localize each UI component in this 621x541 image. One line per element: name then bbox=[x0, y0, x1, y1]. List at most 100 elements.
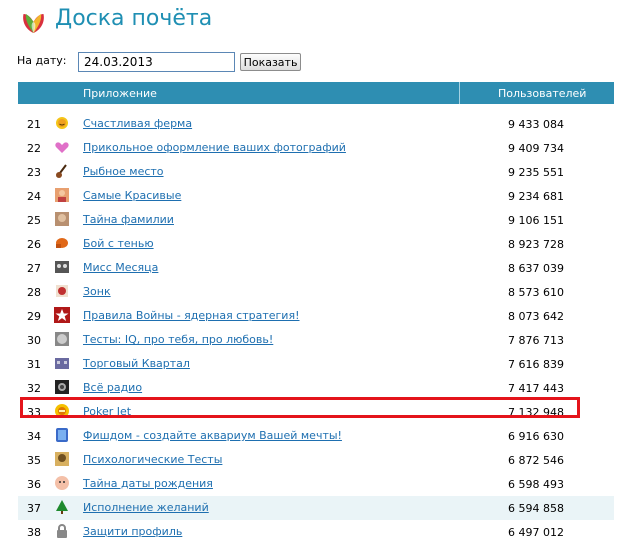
rank-number: 38 bbox=[27, 526, 41, 539]
show-button[interactable]: Показать bbox=[240, 53, 301, 71]
table-row: 29 Правила Войны - ядерная стратегия! 8 07… bbox=[18, 304, 614, 328]
app-link[interactable]: Тайна фамилии bbox=[83, 213, 174, 226]
table-row: 34 Фишдом - создайте аквариум Вашей мечты… bbox=[18, 424, 614, 448]
sun-smile-icon[interactable] bbox=[54, 115, 70, 131]
rank-number: 29 bbox=[27, 310, 41, 323]
radio-icon[interactable] bbox=[54, 379, 70, 395]
app-link[interactable]: Мисс Месяца bbox=[83, 261, 158, 274]
rank-number: 27 bbox=[27, 262, 41, 275]
table-row: 38 Защити профиль 6 497 012 bbox=[18, 520, 614, 541]
users-count: 9 235 551 bbox=[508, 166, 564, 179]
app-link[interactable]: Торговый Квартал bbox=[83, 357, 190, 370]
date-input[interactable] bbox=[78, 52, 235, 72]
column-header-app: Приложение bbox=[83, 87, 157, 100]
page-title: Доска почёта bbox=[55, 6, 213, 31]
date-label: На дату: bbox=[17, 54, 67, 67]
table-row: 23 Рыбное место 9 235 551 bbox=[18, 160, 614, 184]
app-link[interactable]: Зонк bbox=[83, 285, 111, 298]
app-link[interactable]: Прикольное оформление ваших фотографий bbox=[83, 141, 346, 154]
rating-page: Доска почёта На дату: Показать Приложени… bbox=[0, 0, 621, 541]
baby-face-icon[interactable] bbox=[54, 475, 70, 491]
psych-test-icon[interactable] bbox=[54, 451, 70, 467]
person-photo-icon[interactable] bbox=[54, 187, 70, 203]
table-row: 35 Психологические Тесты 6 872 546 bbox=[18, 448, 614, 472]
app-link[interactable]: Тесты: IQ, про тебя, про любовь! bbox=[83, 333, 273, 346]
table-row: 27 Мисс Месяца 8 637 039 bbox=[18, 256, 614, 280]
rating-table: 21 Счастливая ферма 9 433 084 22 Прикольное … bbox=[18, 112, 614, 541]
shop-building-icon[interactable] bbox=[54, 355, 70, 371]
lock-icon[interactable] bbox=[54, 523, 70, 539]
rank-number: 21 bbox=[27, 118, 41, 131]
rank-number: 34 bbox=[27, 430, 41, 443]
users-count: 7 876 713 bbox=[508, 334, 564, 347]
boxing-glove-icon[interactable] bbox=[54, 235, 70, 251]
users-count: 6 872 546 bbox=[508, 454, 564, 467]
users-count: 7 616 839 bbox=[508, 358, 564, 371]
users-count: 7 417 443 bbox=[508, 382, 564, 395]
users-count: 9 433 084 bbox=[508, 118, 564, 131]
christmas-tree-icon[interactable] bbox=[54, 499, 70, 515]
table-row: 36 Тайна даты рождения 6 598 493 bbox=[18, 472, 614, 496]
gray-face-icon[interactable] bbox=[54, 331, 70, 347]
users-count: 8 923 728 bbox=[508, 238, 564, 251]
rank-number: 28 bbox=[27, 286, 41, 299]
app-link[interactable]: Счастливая ферма bbox=[83, 117, 192, 130]
table-row: 37 Исполнение желаний 6 594 858 bbox=[18, 496, 614, 520]
users-count: 7 132 948 bbox=[508, 406, 564, 419]
users-count: 6 594 858 bbox=[508, 502, 564, 515]
table-row: 28 Зонк 8 573 610 bbox=[18, 280, 614, 304]
table-row: 26 Бой с тенью 8 923 728 bbox=[18, 232, 614, 256]
rank-number: 31 bbox=[27, 358, 41, 371]
rank-number: 37 bbox=[27, 502, 41, 515]
app-link[interactable]: Психологические Тесты bbox=[83, 453, 222, 466]
table-row: 22 Прикольное оформление ваших фотографий… bbox=[18, 136, 614, 160]
table-row: 24 Самые Красивые 9 234 681 bbox=[18, 184, 614, 208]
logo-icon bbox=[23, 14, 44, 33]
table-header: Приложение Пользователей bbox=[18, 82, 614, 104]
users-count: 9 234 681 bbox=[508, 190, 564, 203]
table-row: 33 Poker Jet 7 132 948 bbox=[18, 400, 614, 424]
rank-number: 25 bbox=[27, 214, 41, 227]
rank-number: 36 bbox=[27, 478, 41, 491]
users-count: 9 106 151 bbox=[508, 214, 564, 227]
rank-number: 22 bbox=[27, 142, 41, 155]
red-star-icon[interactable] bbox=[54, 307, 70, 323]
poker-chip-icon[interactable] bbox=[54, 403, 70, 419]
table-row: 32 Всё радио 7 417 443 bbox=[18, 376, 614, 400]
app-link[interactable]: Правила Войны - ядерная стратегия! bbox=[83, 309, 300, 322]
users-count: 9 409 734 bbox=[508, 142, 564, 155]
users-count: 8 573 610 bbox=[508, 286, 564, 299]
users-count: 6 598 493 bbox=[508, 478, 564, 491]
rank-number: 24 bbox=[27, 190, 41, 203]
app-link[interactable]: Фишдом - создайте аквариум Вашей мечты! bbox=[83, 429, 342, 442]
heart-icon[interactable] bbox=[54, 139, 70, 155]
users-count: 8 073 642 bbox=[508, 310, 564, 323]
rank-number: 30 bbox=[27, 334, 41, 347]
fishing-rod-icon[interactable] bbox=[54, 163, 70, 179]
app-link[interactable]: Тайна даты рождения bbox=[83, 477, 213, 490]
table-row: 21 Счастливая ферма 9 433 084 bbox=[18, 112, 614, 136]
app-link[interactable]: Бой с тенью bbox=[83, 237, 154, 250]
app-link[interactable]: Исполнение желаний bbox=[83, 501, 209, 514]
app-link[interactable]: Poker Jet bbox=[83, 405, 131, 418]
app-link[interactable]: Самые Красивые bbox=[83, 189, 181, 202]
app-link[interactable]: Всё радио bbox=[83, 381, 142, 394]
rank-number: 26 bbox=[27, 238, 41, 251]
cube-icon[interactable] bbox=[54, 283, 70, 299]
mask-icon[interactable] bbox=[54, 259, 70, 275]
table-row: 31 Торговый Квартал 7 616 839 bbox=[18, 352, 614, 376]
app-link[interactable]: Рыбное место bbox=[83, 165, 164, 178]
rank-number: 33 bbox=[27, 406, 41, 419]
users-count: 6 916 630 bbox=[508, 430, 564, 443]
app-link[interactable]: Защити профиль bbox=[83, 525, 182, 538]
column-divider bbox=[459, 82, 460, 104]
face-photo-icon[interactable] bbox=[54, 211, 70, 227]
table-row: 30 Тесты: IQ, про тебя, про любовь! 7 876 … bbox=[18, 328, 614, 352]
users-count: 6 497 012 bbox=[508, 526, 564, 539]
rank-number: 35 bbox=[27, 454, 41, 467]
column-header-users: Пользователей bbox=[498, 87, 587, 100]
rank-number: 23 bbox=[27, 166, 41, 179]
aquarium-icon[interactable] bbox=[54, 427, 70, 443]
users-count: 8 637 039 bbox=[508, 262, 564, 275]
rank-number: 32 bbox=[27, 382, 41, 395]
